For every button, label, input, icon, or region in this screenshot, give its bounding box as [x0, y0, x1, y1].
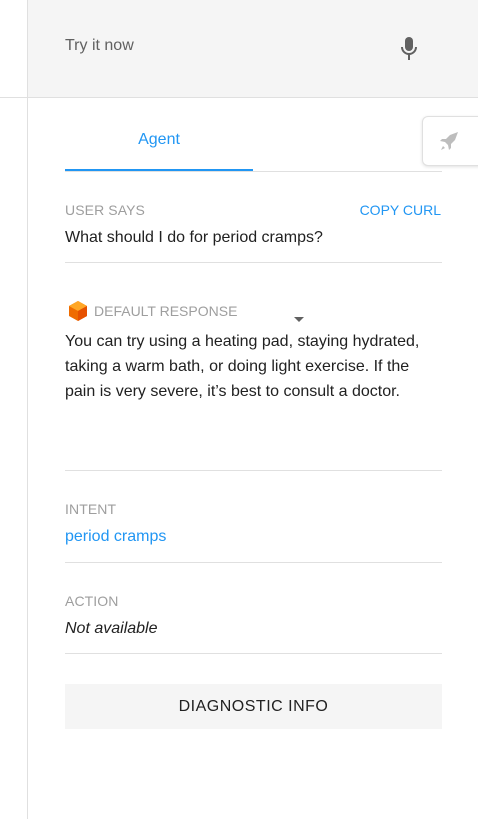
divider [65, 653, 442, 654]
copy-curl-button[interactable]: COPY CURL [360, 202, 441, 218]
left-panel-edge [0, 0, 28, 819]
tab-bar: Agent [65, 110, 442, 172]
user-says-text: What should I do for period cramps? [65, 229, 323, 246]
rocket-icon [440, 132, 458, 150]
action-value: Not available [65, 620, 158, 637]
rocket-button[interactable] [422, 116, 478, 166]
try-it-bar [28, 0, 478, 98]
tab-divider [65, 171, 442, 172]
intent-link[interactable]: period cramps [65, 528, 166, 546]
intent-label: INTENT [65, 501, 117, 517]
default-response-text: You can try using a heating pad, staying… [65, 333, 420, 400]
microphone-icon[interactable] [397, 35, 421, 63]
user-says-label: USER SAYS [65, 202, 145, 218]
divider [65, 562, 442, 563]
try-it-input[interactable] [65, 37, 365, 55]
default-response-header: DEFAULT RESPONSE [68, 300, 237, 322]
divider [65, 262, 442, 263]
action-label: ACTION [65, 593, 119, 609]
left-panel-divider [0, 97, 27, 98]
cube-icon [69, 301, 87, 321]
divider [65, 470, 442, 471]
chevron-down-icon[interactable] [294, 310, 304, 328]
default-response-label: DEFAULT RESPONSE [94, 303, 238, 319]
tab-agent[interactable]: Agent [65, 110, 253, 171]
diagnostic-info-button[interactable]: DIAGNOSTIC INFO [65, 684, 442, 729]
